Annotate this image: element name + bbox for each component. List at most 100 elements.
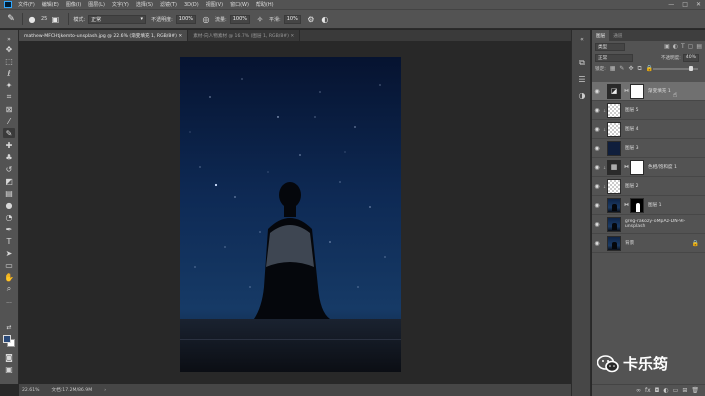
layer-name[interactable]: 图层 3 [625, 145, 639, 151]
opacity-field[interactable]: 100% [175, 14, 197, 24]
pixel-filter-icon[interactable]: ▣ [664, 43, 670, 50]
tab-channels[interactable]: 通道 [609, 30, 626, 41]
layer-row[interactable]: ◉ ↓ 图层 5 [592, 101, 705, 120]
maximize-button[interactable]: □ [682, 1, 688, 8]
menu-select[interactable]: 选择(S) [136, 1, 153, 8]
chain-icon[interactable]: ⧓ [624, 88, 629, 94]
eye-icon[interactable]: ◉ [592, 240, 602, 247]
frame-tool-icon[interactable]: ⊠ [3, 104, 15, 114]
pen-tool-icon[interactable]: ✒ [3, 224, 15, 234]
mode-select[interactable]: 正常 ▾ [88, 14, 147, 24]
lock-pixels-icon[interactable]: ▦ [610, 65, 616, 73]
eye-icon[interactable]: ◉ [592, 221, 602, 228]
new-layer-icon[interactable]: ⊞ [682, 387, 687, 394]
layer-name[interactable]: 图层 2 [625, 183, 639, 189]
add-mask-icon[interactable]: ◘ [655, 387, 660, 394]
menu-image[interactable]: 图像(I) [66, 1, 81, 8]
fill-slider[interactable] [653, 65, 698, 71]
brush-settings-icon[interactable]: ▣ [50, 14, 60, 24]
menu-view[interactable]: 视图(V) [206, 1, 223, 8]
swap-colors-icon[interactable]: ⇄ [3, 322, 15, 332]
clone-stamp-icon[interactable]: ♣ [3, 152, 15, 162]
brush-tool-icon[interactable]: ✎ [3, 128, 15, 138]
chain-icon[interactable]: ⧓ [624, 202, 629, 208]
layer-row[interactable]: ◉ ↓ 图层 4 [592, 120, 705, 139]
layer-mask-thumbnail[interactable] [630, 197, 644, 213]
menu-3d[interactable]: 3D(D) [184, 2, 199, 8]
blend-mode-select[interactable]: 正常 [595, 53, 633, 62]
adjustment-filter-icon[interactable]: ◐ [673, 43, 678, 50]
layer-row[interactable]: ◉ greg-rakozy-oMpAz-DN-9I-unsplash [592, 215, 705, 234]
lock-paint-icon[interactable]: ✎ [619, 65, 624, 73]
eye-icon[interactable]: ◉ [592, 145, 602, 152]
layer-name[interactable]: 图层 4 [625, 126, 639, 132]
tab-document-1[interactable]: mathew-MFCHtjkemto-unsplash.jpg @ 22.6% … [19, 30, 189, 41]
menu-type[interactable]: 文字(Y) [112, 1, 129, 8]
airbrush-icon[interactable]: ✧ [255, 14, 265, 24]
lock-position-icon[interactable]: ✥ [628, 65, 633, 73]
layer-row[interactable]: ◉ ⧓ 图层 1 [592, 196, 705, 215]
link-layers-icon[interactable]: ∞ [636, 387, 641, 394]
foreground-color-swatch[interactable] [3, 335, 11, 343]
smart-filter-icon[interactable]: ▤ [696, 43, 702, 50]
tab-layers[interactable]: 图层 [592, 30, 610, 41]
pressure-size-icon[interactable]: ◐ [320, 14, 330, 24]
eraser-icon[interactable]: ◩ [3, 176, 15, 186]
shape-filter-icon[interactable]: ▢ [688, 43, 694, 50]
gradient-tool-icon[interactable]: ▤ [3, 188, 15, 198]
menu-help[interactable]: 帮助(H) [256, 1, 274, 8]
quick-mask-icon[interactable]: ◙ [3, 352, 15, 362]
new-adjustment-icon[interactable]: ◐ [663, 387, 668, 394]
menu-window[interactable]: 窗口(W) [230, 1, 249, 8]
crop-tool-icon[interactable]: ⌗ [3, 92, 15, 102]
layer-row[interactable]: ◉ 背景 🔒 [592, 234, 705, 253]
gear-icon[interactable]: ⚙ [306, 14, 316, 24]
hand-tool-icon[interactable]: ✋ [3, 272, 15, 282]
flow-field[interactable]: 100% [229, 14, 251, 24]
collapse-icon[interactable]: « [577, 34, 587, 44]
layer-row[interactable]: ◉ 图层 3 [592, 139, 705, 158]
layer-name[interactable]: greg-rakozy-oMpAz-DN-9I-unsplash [625, 219, 705, 229]
history-panel-icon[interactable]: ⧉ [577, 58, 587, 68]
layer-name[interactable]: 图层 1 [648, 202, 662, 208]
canvas-area[interactable] [19, 41, 571, 384]
type-tool-icon[interactable]: T [3, 236, 15, 246]
layer-mask-thumbnail[interactable] [630, 159, 644, 175]
fill-slider-handle[interactable] [689, 65, 694, 71]
lock-artboard-icon[interactable]: ⧉ [637, 65, 641, 73]
layer-row[interactable]: ◉ ↓ 图层 2 [592, 177, 705, 196]
layer-style-icon[interactable]: fx [645, 387, 651, 394]
zoom-level[interactable]: 22.61% [22, 388, 40, 393]
more-tools-icon[interactable]: ··· [3, 298, 15, 308]
menu-file[interactable]: 文件(F) [18, 1, 35, 8]
eye-icon[interactable]: ◉ [592, 164, 602, 171]
zoom-tool-icon[interactable]: ⌕ [3, 284, 15, 294]
eye-icon[interactable]: ◉ [592, 183, 602, 190]
chain-icon[interactable]: ⧓ [624, 164, 629, 170]
rectangle-tool-icon[interactable]: ▭ [3, 260, 15, 270]
trash-icon[interactable]: 🗑 [691, 387, 699, 394]
eye-icon[interactable]: ◉ [592, 202, 602, 209]
eye-icon[interactable]: ◉ [592, 88, 602, 95]
eyedropper-icon[interactable]: ⁄ [3, 116, 15, 126]
history-brush-icon[interactable]: ↺ [3, 164, 15, 174]
brush-size-value[interactable]: 25 [41, 16, 47, 22]
screen-mode-icon[interactable]: ▣ [3, 364, 15, 374]
layer-name[interactable]: 图层 5 [625, 107, 639, 113]
healing-brush-icon[interactable]: ✚ [3, 140, 15, 150]
close-button[interactable]: ✕ [696, 1, 701, 8]
layer-name[interactable]: 渐变填充 1 [648, 88, 671, 94]
brush-tool-preset-icon[interactable]: ✎ [4, 13, 18, 25]
layer-row[interactable]: ◉ ↓ ▦ ⧓ 色相/饱和度 1 [592, 158, 705, 177]
magic-wand-icon[interactable]: ✦ [3, 80, 15, 90]
eye-icon[interactable]: ◉ [592, 107, 602, 114]
document-image[interactable] [180, 57, 401, 372]
smoothing-field[interactable]: 10% [283, 14, 301, 24]
collapse-icon[interactable]: » [3, 34, 15, 44]
eye-icon[interactable]: ◉ [592, 126, 602, 133]
menu-filter[interactable]: 滤镜(T) [160, 1, 177, 8]
layer-kind-select[interactable]: 类型 [595, 42, 625, 51]
minimize-button[interactable]: — [668, 1, 674, 8]
lock-all-icon[interactable]: 🔒 [646, 65, 653, 73]
layer-opacity-field[interactable]: 40% [682, 53, 699, 62]
